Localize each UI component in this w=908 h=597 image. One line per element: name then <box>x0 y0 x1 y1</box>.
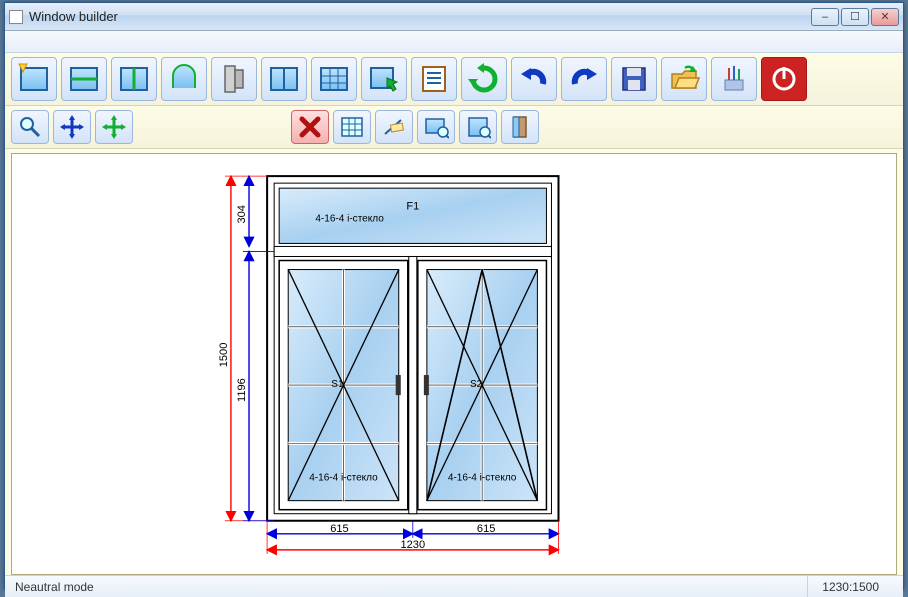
dim-half-width-1: 615 <box>330 523 348 535</box>
zoom-button[interactable] <box>11 110 49 144</box>
dimension-button[interactable] <box>375 110 413 144</box>
secondary-toolbar <box>5 106 903 149</box>
dim-total-height: 1500 <box>218 343 230 368</box>
door-button[interactable] <box>501 110 539 144</box>
grid-sash-button[interactable] <box>311 57 357 101</box>
dim-transom-height: 304 <box>236 205 248 223</box>
split-vertical-button[interactable] <box>111 57 157 101</box>
grid-button[interactable] <box>333 110 371 144</box>
properties-button[interactable] <box>459 110 497 144</box>
menubar[interactable] <box>5 31 903 53</box>
save-button[interactable] <box>611 57 657 101</box>
app-icon <box>9 10 23 24</box>
delete-button[interactable] <box>291 110 329 144</box>
power-button[interactable] <box>761 57 807 101</box>
drawing-canvas[interactable]: F1 4-16-4 i-стекло <box>11 153 897 575</box>
maximize-button[interactable]: ☐ <box>841 8 869 26</box>
right-sash-tag: S2 <box>470 379 483 390</box>
status-mode: Neautral mode <box>15 580 94 594</box>
window-title: Window builder <box>29 9 118 24</box>
split-horizontal-button[interactable] <box>61 57 107 101</box>
undo-button[interactable] <box>511 57 557 101</box>
dim-sash-height: 1196 <box>236 378 248 402</box>
move-button[interactable] <box>53 110 91 144</box>
list-button[interactable] <box>411 57 457 101</box>
titlebar[interactable]: Window builder – ☐ ✕ <box>5 3 903 31</box>
top-panel-label: F1 <box>406 200 419 212</box>
dim-total-width: 1230 <box>401 539 426 551</box>
new-window-button[interactable] <box>11 57 57 101</box>
arch-button[interactable] <box>161 57 207 101</box>
profile-button[interactable] <box>211 57 257 101</box>
double-sash-button[interactable] <box>261 57 307 101</box>
window-drawing: F1 4-16-4 i-стекло <box>267 176 558 521</box>
close-button[interactable]: ✕ <box>871 8 899 26</box>
brushes-button[interactable] <box>711 57 757 101</box>
open-button[interactable] <box>661 57 707 101</box>
main-toolbar <box>5 53 903 106</box>
canvas-area: F1 4-16-4 i-стекло <box>5 149 903 575</box>
glazing-label-top: 4-16-4 i-стекло <box>315 213 384 224</box>
cursor-tool-button[interactable] <box>361 57 407 101</box>
dim-half-width-2: 615 <box>477 523 495 535</box>
measure-button[interactable] <box>417 110 455 144</box>
left-sash-tag: S1 <box>331 379 344 390</box>
glazing-label-left: 4-16-4 i-стекло <box>309 473 378 484</box>
redo-button[interactable] <box>561 57 607 101</box>
minimize-button[interactable]: – <box>811 8 839 26</box>
app-window: Window builder – ☐ ✕ <box>4 2 904 590</box>
right-sash: S2 4-16-4 i-стекло <box>418 261 547 510</box>
fit-button[interactable] <box>95 110 133 144</box>
glazing-label-right: 4-16-4 i-стекло <box>448 473 517 484</box>
left-sash: S1 4-16-4 i-стекло <box>279 261 408 510</box>
refresh-button[interactable] <box>461 57 507 101</box>
